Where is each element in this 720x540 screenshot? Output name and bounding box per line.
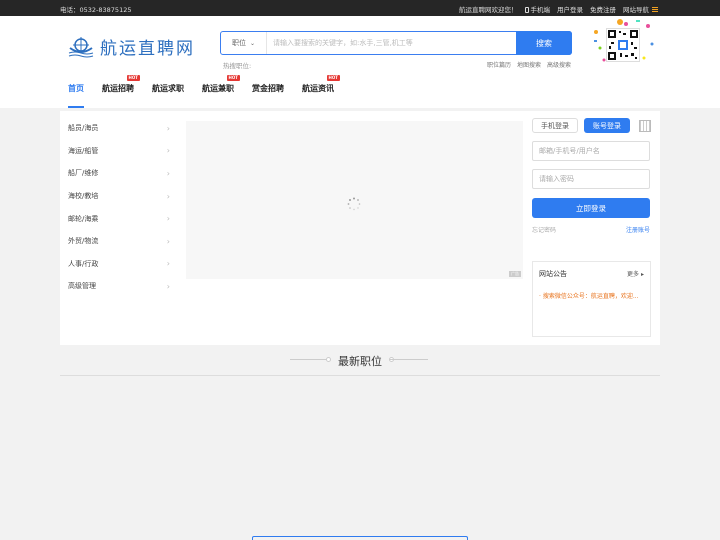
- tab-phone-login[interactable]: 手机登录: [532, 118, 578, 133]
- notice-more-label: 更多: [627, 271, 640, 278]
- job-history-link[interactable]: 职位篇历: [487, 60, 511, 69]
- category-label: 外贸/物流: [68, 237, 99, 246]
- register-link[interactable]: 注册账号: [626, 225, 650, 234]
- chevron-right-icon: ›: [166, 259, 170, 269]
- username-field[interactable]: [532, 141, 650, 161]
- chevron-right-icon: ›: [166, 236, 170, 246]
- nav-bounty-recruit[interactable]: 赏金招聘: [252, 82, 284, 108]
- site-nav-link[interactable]: 网站导航: [623, 4, 658, 14]
- chevron-right-icon: ›: [166, 123, 170, 133]
- nav-news[interactable]: 航运资讯 HOT: [302, 75, 340, 108]
- site-logo[interactable]: 航运直聘网: [68, 34, 195, 59]
- nav-home-label: 首页: [68, 84, 84, 93]
- notice-header: 网站公告 更多 ▸: [533, 262, 650, 279]
- nav-part-time[interactable]: 航运兼职 HOT: [202, 75, 240, 108]
- hot-badge: HOT: [326, 75, 340, 81]
- chevron-right-icon: ›: [166, 168, 170, 178]
- mobile-icon: [524, 7, 529, 13]
- category-label: 船员/海员: [68, 124, 99, 133]
- tab-account-login[interactable]: 账号登录: [584, 118, 630, 133]
- qr-login-toggle-icon[interactable]: [639, 119, 651, 132]
- category-label: 人事/行政: [68, 259, 99, 268]
- category-item[interactable]: 海运/船管 ›: [68, 140, 170, 163]
- login-panel: 手机登录 账号登录 立即登录 忘记密码 注册账号: [532, 118, 652, 234]
- main-panel: 船员/海员 › 海运/船管 › 船厂/维修 › 海校/教培 › 邮轮/海乘 › 外贸/物流…: [60, 111, 660, 345]
- chevron-down-icon: ⌄: [249, 39, 256, 47]
- password-field[interactable]: [532, 169, 650, 189]
- chevron-right-icon: ›: [166, 281, 170, 291]
- notice-item-text: 搜索微信公众号：航运直聘，欢迎...: [542, 293, 639, 300]
- login-tabs: 手机登录 账号登录: [532, 118, 652, 133]
- nav-job-seeking-label: 航运求职: [152, 84, 184, 93]
- load-more-bar[interactable]: [252, 536, 468, 540]
- search-box: 职位⌄ 搜索: [220, 31, 572, 55]
- loading-spinner-icon: [347, 197, 361, 211]
- login-button[interactable]: 立即登录: [532, 198, 650, 218]
- chevron-right-icon: ›: [166, 191, 170, 201]
- site-nav-label: 网站导航: [623, 6, 649, 14]
- triangle-right-icon: ▸: [640, 271, 644, 278]
- user-login-link[interactable]: 用户登录: [557, 4, 583, 14]
- chevron-right-icon: ›: [166, 214, 170, 224]
- logo-text: 航运直聘网: [100, 39, 195, 59]
- nav-part-time-label: 航运兼职: [202, 84, 234, 93]
- top-bar-links: 航运直聘网欢迎您！ 手机端 用户登录 免费注册 网站导航: [459, 4, 658, 14]
- category-label: 船厂/维修: [68, 169, 99, 178]
- notice-title: 网站公告: [539, 270, 567, 278]
- category-item[interactable]: 高级管理 ›: [68, 275, 170, 298]
- qr-code-area: [590, 18, 660, 68]
- latest-jobs-title: 最新职位: [338, 355, 382, 368]
- ship-wheel-logo-icon: [68, 36, 94, 57]
- top-bar: 电话：0532-83875125 航运直聘网欢迎您！ 手机端 用户登录 免费注册…: [0, 0, 720, 16]
- search-type-dropdown[interactable]: 职位 ⌄: [221, 32, 267, 54]
- free-register-link[interactable]: 免费注册: [590, 4, 616, 14]
- header: 航运直聘网 职位⌄ 搜索 热搜职位: 职位篇历 地图搜索 高级搜索: [0, 16, 720, 108]
- category-item[interactable]: 外贸/物流 ›: [68, 230, 170, 253]
- category-item[interactable]: 船员/海员 ›: [68, 117, 170, 140]
- category-label: 高级管理: [68, 282, 96, 291]
- section-divider: [60, 375, 660, 376]
- category-item[interactable]: 海校/教培 ›: [68, 185, 170, 208]
- qr-code-image: [606, 28, 640, 62]
- ad-tag: 广告: [509, 271, 521, 277]
- menu-icon: [652, 7, 658, 12]
- login-links: 忘记密码 注册账号: [532, 225, 650, 234]
- nav-shipping-recruit[interactable]: 航运招聘 HOT: [102, 75, 140, 108]
- mobile-link[interactable]: 手机端: [524, 4, 551, 14]
- hot-jobs-label: 热搜职位:: [223, 62, 252, 70]
- site-notice: 网站公告 更多 ▸ · 搜索微信公众号：航运直聘，欢迎...: [532, 261, 651, 337]
- welcome-text: 航运直聘网欢迎您！: [459, 6, 518, 14]
- search-input[interactable]: [267, 32, 516, 54]
- hotline-phone: 电话：0532-83875125: [60, 6, 132, 14]
- notice-more-link[interactable]: 更多 ▸: [627, 269, 644, 279]
- title-decoration-right: [390, 359, 428, 360]
- notice-item[interactable]: · 搜索微信公众号：航运直聘，欢迎...: [539, 291, 645, 300]
- hot-badge: HOT: [226, 75, 240, 81]
- nav-shipping-recruit-label: 航运招聘: [102, 84, 134, 93]
- search-button[interactable]: 搜索: [516, 31, 572, 55]
- mobile-link-label: 手机端: [530, 6, 551, 14]
- banner-carousel[interactable]: 广告: [186, 121, 523, 279]
- map-search-link[interactable]: 地图搜索: [517, 60, 541, 69]
- category-label: 邮轮/海乘: [68, 214, 99, 223]
- hot-badge: HOT: [126, 75, 140, 81]
- advanced-search-link[interactable]: 高级搜索: [547, 60, 571, 69]
- search-links: 职位篇历 地图搜索 高级搜索: [487, 60, 571, 69]
- nav-job-seeking[interactable]: 航运求职: [152, 82, 184, 108]
- main-nav: 首页 航运招聘 HOT 航运求职 航运兼职 HOT 赏金招聘 航运资讯 HOT: [68, 75, 352, 108]
- category-item[interactable]: 人事/行政 ›: [68, 253, 170, 276]
- category-item[interactable]: 船厂/维修 ›: [68, 162, 170, 185]
- category-item[interactable]: 邮轮/海乘 ›: [68, 207, 170, 230]
- search-type-label: 职位: [231, 39, 246, 47]
- category-menu: 船员/海员 › 海运/船管 › 船厂/维修 › 海校/教培 › 邮轮/海乘 › 外贸/物流…: [68, 117, 170, 298]
- nav-home[interactable]: 首页: [68, 82, 84, 108]
- category-label: 海运/船管: [68, 146, 99, 155]
- nav-news-label: 航运资讯: [302, 84, 334, 93]
- nav-bounty-recruit-label: 赏金招聘: [252, 84, 284, 93]
- forgot-password-link[interactable]: 忘记密码: [532, 225, 556, 234]
- chevron-right-icon: ›: [166, 146, 170, 156]
- category-label: 海校/教培: [68, 192, 99, 201]
